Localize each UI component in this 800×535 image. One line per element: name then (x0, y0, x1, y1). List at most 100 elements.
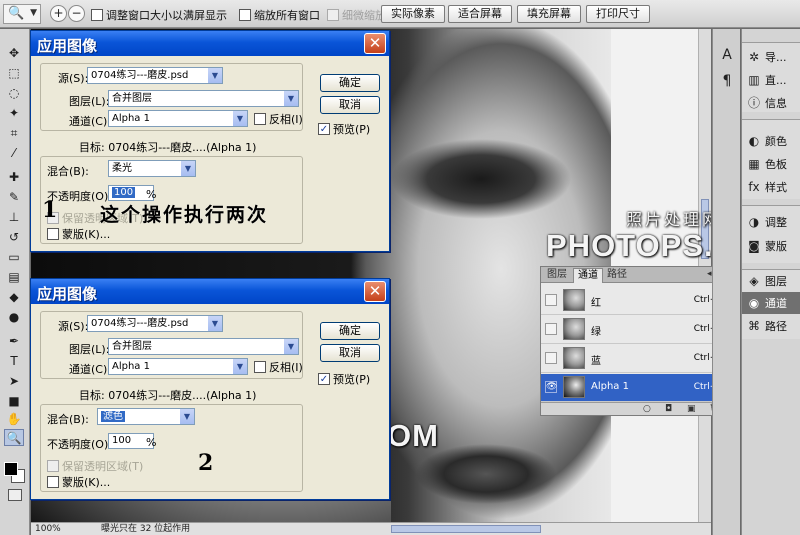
channel-select[interactable]: Alpha 1 ▼ (108, 110, 248, 127)
options-bar: 🔍 ▼ + − 调整窗口大小以满屏显示 缩放所有窗口 细微缩放 实际像素 适合屏… (0, 0, 800, 28)
healing-brush-tool-icon[interactable]: ✚ (4, 169, 24, 186)
save-selection-icon[interactable]: ◘ (665, 403, 672, 415)
paragraph-panel-icon[interactable]: ¶ (719, 73, 735, 89)
histogram-icon: ▥ (748, 73, 760, 87)
dodge-tool-icon[interactable]: ● (4, 309, 24, 326)
checkbox[interactable] (91, 9, 103, 21)
new-channel-icon[interactable]: ▣ (687, 403, 696, 415)
move-tool-icon[interactable]: ✥ (4, 45, 24, 62)
scroll-thumb[interactable] (701, 199, 709, 259)
magic-wand-tool-icon[interactable]: ✦ (4, 105, 24, 122)
layer-select[interactable]: 合并图层 ▼ (108, 90, 299, 107)
channel-select[interactable]: Alpha 1 ▼ (108, 358, 248, 375)
lasso-tool-icon[interactable]: ◌ (4, 85, 24, 102)
blending-select[interactable]: 柔光 ▼ (108, 160, 196, 177)
channel-row-green[interactable]: 绿 Ctrl+4 (541, 316, 737, 344)
invert-check[interactable]: 反相(I) (254, 359, 303, 375)
print-size-button[interactable]: 打印尺寸 (586, 5, 650, 23)
eyedropper-tool-icon[interactable]: ⁄ (4, 145, 24, 162)
quick-mask-icon[interactable] (8, 489, 22, 501)
dock-item-color[interactable]: ◐ 颜色 (742, 130, 800, 152)
foreground-color-swatch[interactable] (4, 462, 18, 476)
character-panel-icon[interactable]: A (719, 47, 735, 63)
dock-group-3: ◑ 调整 ◙ 蒙版 (742, 205, 800, 263)
dock-item-channels[interactable]: ◉ 通道 (742, 292, 800, 314)
brush-tool-icon[interactable]: ✎ (4, 189, 24, 206)
checkbox[interactable] (318, 123, 330, 135)
channel-row-alpha-1[interactable]: 👁 Alpha 1 Ctrl+6 (541, 374, 737, 402)
visibility-toggle[interactable] (545, 294, 557, 306)
target-text: 目标: 0704练习---磨皮....(Alpha 1) (79, 389, 257, 402)
checkbox[interactable] (318, 373, 330, 385)
preview-check[interactable]: 预览(P) (318, 121, 370, 137)
dock-item-paths[interactable]: ⌘ 路径 (742, 315, 800, 337)
dock-item-swatches[interactable]: ▦ 色板 (742, 153, 800, 175)
dock-item-masks[interactable]: ◙ 蒙版 (742, 235, 800, 257)
tab-paths[interactable]: 路径 (603, 268, 631, 283)
visibility-toggle[interactable] (545, 352, 557, 364)
cancel-button[interactable]: 取消 (320, 344, 380, 362)
shape-tool-icon[interactable]: ■ (4, 393, 24, 410)
fill-screen-button[interactable]: 填充屏幕 (517, 5, 581, 23)
eye-icon[interactable]: 👁 (545, 381, 557, 393)
checkbox[interactable] (47, 476, 59, 488)
source-select[interactable]: 0704练习---磨皮.psd ▼ (87, 315, 223, 332)
checkbox[interactable] (254, 113, 266, 125)
chevron-down-icon: ▼ (232, 359, 247, 374)
fit-screen-button[interactable]: 适合屏幕 (448, 5, 512, 23)
dock-item-layers[interactable]: ◈ 图层 (742, 270, 800, 292)
close-icon[interactable]: ✕ (364, 281, 386, 302)
zoom-level[interactable]: 100% (35, 523, 61, 535)
resize-windows-check[interactable]: 调整窗口大小以满屏显示 (91, 7, 227, 23)
marquee-tool-icon[interactable]: ⬚ (4, 65, 24, 82)
close-icon[interactable]: ✕ (364, 33, 386, 54)
clone-stamp-tool-icon[interactable]: ⊥ (4, 209, 24, 226)
layer-select[interactable]: 合并图层 ▼ (108, 338, 299, 355)
load-selection-icon[interactable]: ○ (643, 403, 651, 415)
visibility-toggle[interactable] (545, 323, 557, 335)
channel-row-red[interactable]: 红 Ctrl+3 (541, 287, 737, 315)
crop-tool-icon[interactable]: ⌗ (4, 125, 24, 142)
tab-channels[interactable]: 通道 (573, 268, 603, 283)
horizontal-scroll-thumb[interactable] (391, 525, 541, 533)
preview-check[interactable]: 预览(P) (318, 371, 370, 387)
channels-icon: ◉ (748, 296, 760, 310)
zoom-in-button[interactable]: + (50, 5, 67, 22)
dock-item-styles[interactable]: fx 样式 (742, 176, 800, 198)
zoom-all-windows-check[interactable]: 缩放所有窗口 (239, 7, 320, 23)
dock-item-info[interactable]: ⓘ 信息 (742, 92, 800, 114)
dialog-titlebar[interactable]: 应用图像 ✕ (31, 279, 389, 304)
tab-layers[interactable]: 图层 (543, 268, 571, 283)
checkbox[interactable] (239, 9, 251, 21)
checkbox[interactable] (254, 361, 266, 373)
tool-preset-picker[interactable]: 🔍 ▼ (3, 4, 41, 24)
dock-item-histogram[interactable]: ▥ 直... (742, 69, 800, 91)
ok-button[interactable]: 确定 (320, 74, 380, 92)
cancel-button[interactable]: 取消 (320, 96, 380, 114)
mask-check[interactable]: 蒙版(K)... (47, 226, 110, 242)
channels-panel: 图层 通道 路径 ◂◂ ▾ 红 Ctrl+3 绿 Ctrl+4 蓝 Ctrl+5… (540, 266, 738, 416)
dock-item-adjustments[interactable]: ◑ 调整 (742, 211, 800, 233)
hand-tool-icon[interactable]: ✋ (4, 411, 24, 428)
zoom-out-button[interactable]: − (68, 5, 85, 22)
dock-item-navigator[interactable]: ✲ 导... (742, 46, 800, 68)
panel-tabs: 图层 通道 路径 ◂◂ ▾ (541, 267, 737, 283)
ok-button[interactable]: 确定 (320, 322, 380, 340)
checkbox[interactable] (47, 228, 59, 240)
blending-select[interactable]: 滤色 ▼ (97, 408, 195, 425)
mask-check[interactable]: 蒙版(K)... (47, 474, 110, 490)
dialog-titlebar[interactable]: 应用图像 ✕ (31, 31, 389, 56)
blur-tool-icon[interactable]: ◆ (4, 289, 24, 306)
eraser-tool-icon[interactable]: ▭ (4, 249, 24, 266)
invert-check[interactable]: 反相(I) (254, 111, 303, 127)
gradient-tool-icon[interactable]: ▤ (4, 269, 24, 286)
path-selection-tool-icon[interactable]: ➤ (4, 373, 24, 390)
source-select[interactable]: 0704练习---磨皮.psd ▼ (87, 67, 223, 84)
chevron-down-icon: ▼ (207, 316, 222, 331)
channel-row-blue[interactable]: 蓝 Ctrl+5 (541, 345, 737, 373)
pen-tool-icon[interactable]: ✒ (4, 333, 24, 350)
type-tool-icon[interactable]: T (4, 353, 24, 370)
actual-pixels-button[interactable]: 实际像素 (381, 5, 445, 23)
history-brush-tool-icon[interactable]: ↺ (4, 229, 24, 246)
zoom-tool-icon[interactable]: 🔍 (4, 429, 24, 446)
